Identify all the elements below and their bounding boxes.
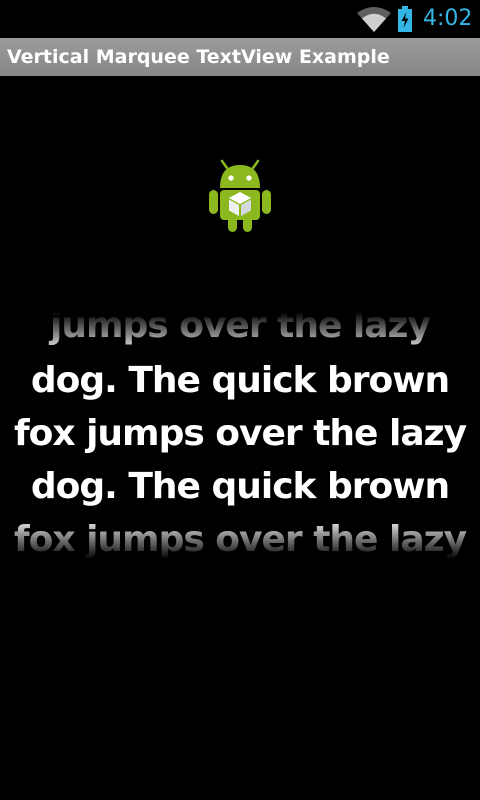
status-bar: 4:02 (0, 0, 480, 38)
action-bar: Vertical Marquee TextView Example (0, 38, 480, 76)
action-bar-title: Vertical Marquee TextView Example (7, 46, 390, 68)
wifi-icon (357, 7, 391, 32)
vertical-marquee-textview: jumps over the lazy dog. The quick brown… (0, 312, 480, 559)
marquee-line: fox jumps over the lazy (13, 519, 467, 559)
marquee-line: jumps over the lazy (50, 312, 431, 346)
status-clock: 4:02 (423, 6, 473, 31)
battery-charging-icon (398, 6, 412, 32)
marquee-line: dog. The quick brown (30, 360, 450, 401)
android-robot-icon (209, 159, 271, 232)
marquee-line: fox jumps over the lazy (13, 413, 467, 454)
marquee-line: dog. The quick brown (30, 466, 450, 507)
